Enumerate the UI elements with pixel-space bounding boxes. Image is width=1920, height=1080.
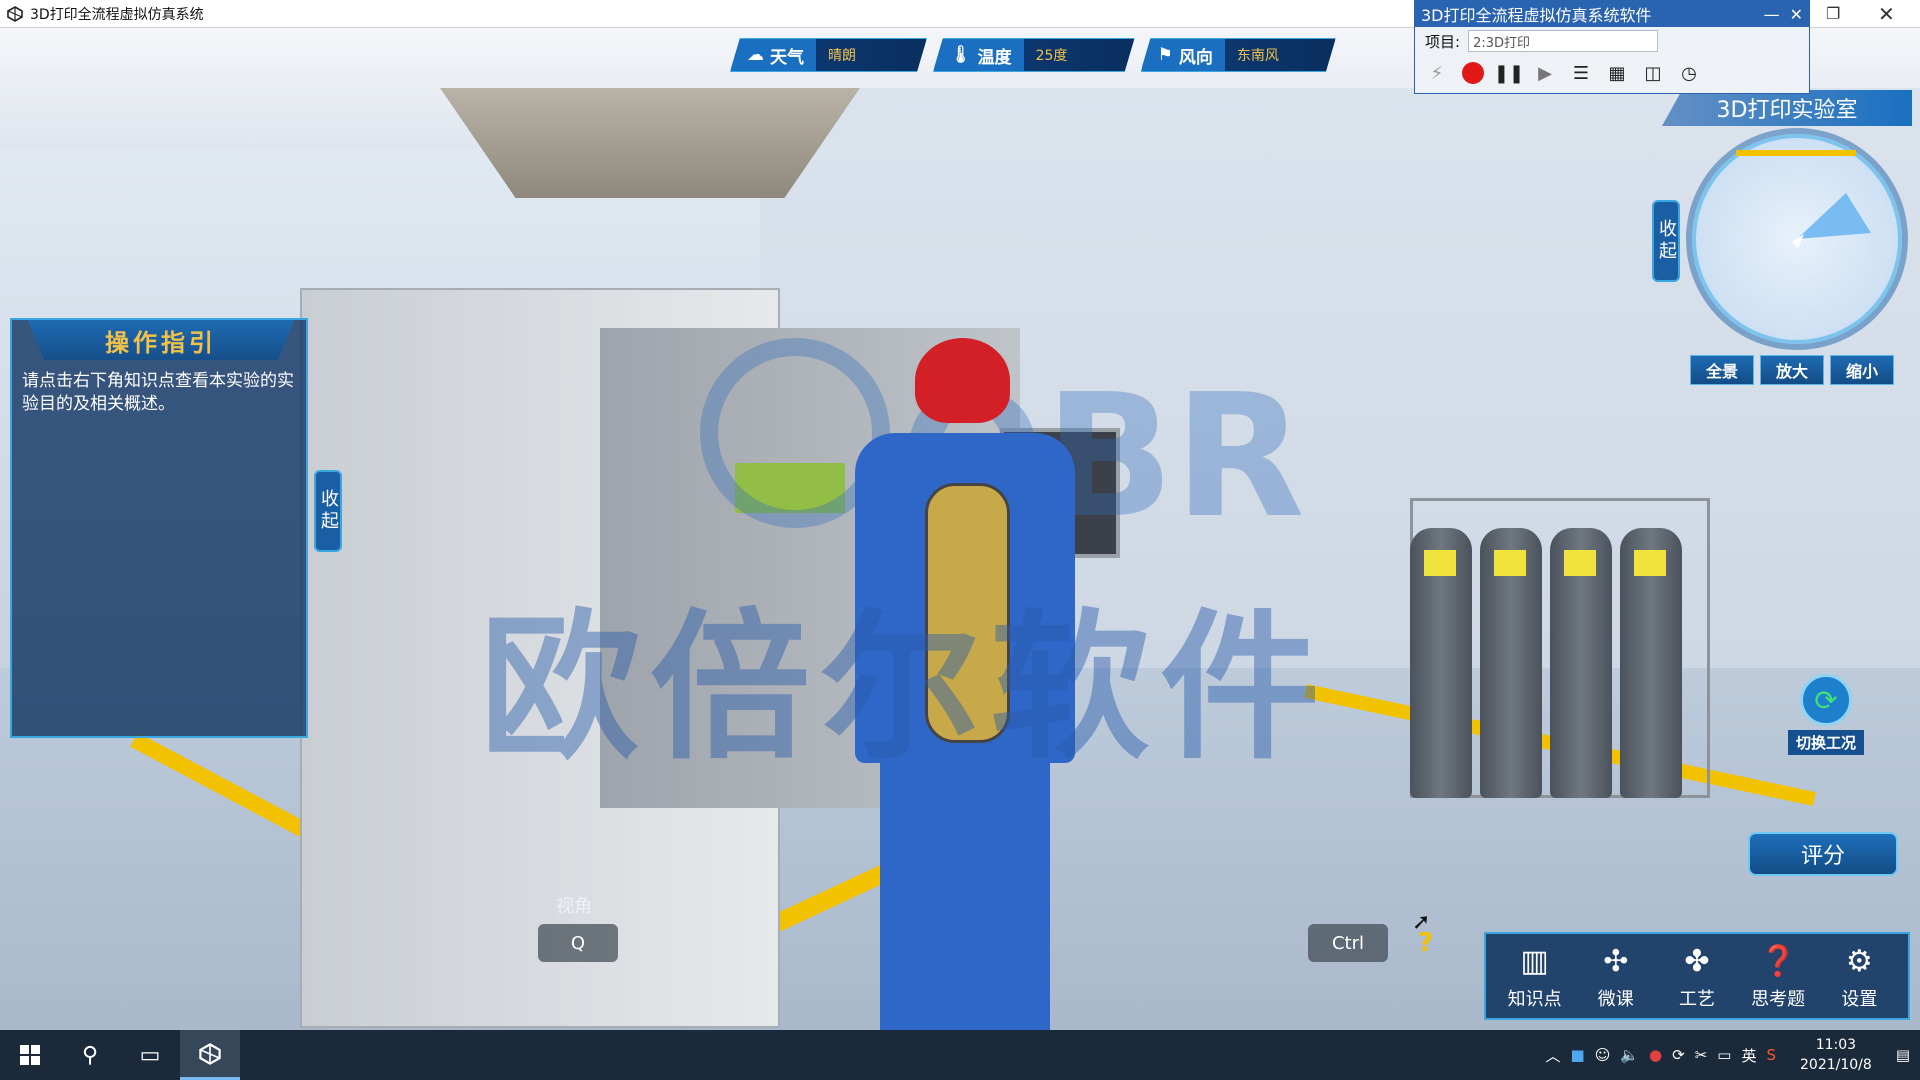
window-title: 3D打印全流程虚拟仿真系统 [30,6,204,23]
display-icon[interactable]: ▭ [1717,1046,1731,1064]
lightning-icon[interactable]: ⚡ [1423,59,1451,87]
questions-button[interactable]: ❓ 思考题 [1740,941,1816,1011]
chart-icon[interactable]: ▦ [1603,59,1631,87]
micro-lesson-button[interactable]: ✣ 微课 [1578,941,1654,1011]
temperature-chip: 🌡 温度 25度 [933,38,1135,72]
windows-taskbar: ⚲ ▭ ︿ ■ ☺ 🔈 ● ⟳ ✂ ▭ 英 S 11:03 2021/10/8 … [0,1030,1920,1080]
notification-icon[interactable]: ▤ [1896,1046,1910,1064]
task-view-icon[interactable]: ▭ [120,1030,180,1080]
settings-button[interactable]: ⚙ 设置 [1821,941,1897,1011]
question-icon: ❓ [1759,943,1797,979]
unity-app-icon[interactable] [180,1030,240,1080]
record-icon[interactable] [1459,59,1487,87]
project-label: 项目: [1425,32,1461,51]
ime-indicator[interactable]: 英 [1741,1045,1756,1066]
close-icon[interactable]: ✕ [1878,2,1895,26]
minimap[interactable] [1692,134,1902,344]
operation-guide-panel: 操作指引 请点击右下角知识点查看本实验的实验目的及相关概述。 [10,318,308,738]
taskbar-clock[interactable]: 11:03 2021/10/8 [1800,1035,1872,1075]
player-marker-icon [1736,150,1871,248]
temperature-value: 25度 [1035,48,1068,64]
map-panorama-button[interactable]: 全景 [1690,355,1754,385]
list-icon[interactable]: ☰ [1567,59,1595,87]
tray-user-icon[interactable]: ☺ [1595,1046,1611,1064]
wind-chip: ⚑ 风向 东南风 [1141,38,1336,72]
view-key-q[interactable]: Q [538,924,618,962]
map-zoom-out-button[interactable]: 缩小 [1830,355,1894,385]
sogou-icon[interactable]: S [1766,1046,1776,1064]
hud-status-strip: ☁ 天气 晴朗 🌡 温度 25度 ⚑ 风向 东南风 [730,38,1342,72]
pause-icon[interactable]: ❚❚ [1494,59,1524,87]
camera-icon[interactable]: ◫ [1639,59,1667,87]
tray-app-icon[interactable]: ■ [1571,1046,1585,1064]
gear-icon: ⚙ [1845,943,1873,979]
view-label: 视角 [556,896,592,917]
thermometer-icon: 🌡 [950,45,972,65]
switch-mode-button[interactable]: ⟳ 切换工况 [1780,674,1872,758]
book-icon: ▥ [1520,943,1549,979]
recorder-toolbar: ⚡ ❚❚ ▶ ☰ ▦ ◫ ◷ [1415,55,1809,91]
close-icon[interactable]: ✕ [1790,5,1803,24]
tray-red-icon[interactable]: ● [1649,1046,1662,1064]
guide-collapse-button[interactable]: 收起 [314,470,342,552]
unity-icon [6,5,24,23]
score-button[interactable]: 评分 [1748,832,1898,876]
project-row: 项目: 2:3D打印 [1415,27,1809,55]
wind-value: 东南风 [1236,48,1279,64]
watermark-text: 欧倍尔软件 [480,594,1331,781]
help-question-icon: ? [1418,928,1434,958]
tray-network-icon[interactable]: ✂ [1695,1046,1708,1064]
search-icon[interactable]: ⚲ [60,1030,120,1080]
recorder-control-window[interactable]: 3D打印全流程虚拟仿真系统软件 — ✕ 项目: 2:3D打印 ⚡ ❚❚ ▶ ☰ ▦… [1414,0,1810,94]
bottom-toolbar: ▥ 知识点 ✣ 微课 ✤ 工艺 ❓ 思考题 ⚙ 设置 [1484,932,1910,1020]
minimize-icon[interactable]: — [1764,5,1780,24]
tray-sync-icon[interactable]: ⟳ [1672,1046,1685,1064]
gas-cylinder[interactable] [1480,528,1542,798]
system-tray: ︿ ■ ☺ 🔈 ● ⟳ ✂ ▭ 英 S 11:03 2021/10/8 ▤ [1546,1030,1920,1080]
cloud-sun-icon: ☁ [747,45,764,65]
weather-chip: ☁ 天气 晴朗 [730,38,927,72]
switch-arrows-icon: ⟳ [1800,674,1852,726]
wind-flag-icon: ⚑ [1157,45,1173,65]
play-icon[interactable]: ▶ [1531,59,1559,87]
volume-icon[interactable]: 🔈 [1620,1046,1639,1064]
knowledge-button[interactable]: ▥ 知识点 [1497,941,1573,1011]
weather-value: 晴朗 [828,48,856,64]
windows-start-icon[interactable] [0,1030,60,1080]
map-zoom-in-button[interactable]: 放大 [1760,355,1824,385]
guide-text: 请点击右下角知识点查看本实验的实验目的及相关概述。 [22,371,294,414]
ctrl-key-hint[interactable]: Ctrl [1308,924,1388,962]
clock-icon[interactable]: ◷ [1675,59,1703,87]
guide-title: 操作指引 [28,320,294,360]
process-button[interactable]: ✤ 工艺 [1659,941,1735,1011]
recorder-title-bar[interactable]: 3D打印全流程虚拟仿真系统软件 — ✕ [1415,1,1809,27]
lab-title: 3D打印实验室 [1662,90,1912,126]
fan-icon: ✣ [1603,943,1629,979]
gas-cylinder[interactable] [1550,528,1612,798]
minimap-controls: 全景 放大 缩小 [1690,355,1894,385]
minimap-collapse-button[interactable]: 收起 [1652,200,1680,282]
process-icon: ✤ [1684,943,1710,979]
restore-icon[interactable]: ❐ [1826,4,1840,23]
chevron-up-icon[interactable]: ︿ [1546,1045,1561,1066]
red-helmet [915,338,1010,423]
project-select[interactable]: 2:3D打印 [1468,30,1659,52]
gas-cylinder[interactable] [1410,528,1472,798]
gas-cylinder[interactable] [1620,528,1682,798]
